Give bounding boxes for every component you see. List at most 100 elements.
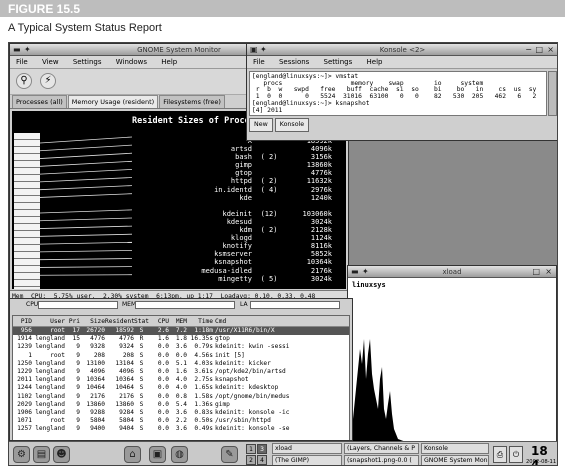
memory-process-row: knotify 8116k — [162, 242, 332, 250]
menu-file[interactable]: File — [16, 56, 28, 69]
memory-connector-line — [40, 217, 133, 222]
memory-connector-line — [40, 136, 133, 144]
konsole-menu-file[interactable]: File — [253, 56, 265, 69]
table-row[interactable]: 1914 lengland 15 4776 4776 R 1.6 1.8 16.35s gtop — [13, 335, 349, 343]
col-resident[interactable]: Resident — [105, 316, 134, 326]
memory-process-name: artsd — [230, 145, 252, 154]
table-row[interactable]: 1244 lengland 9 10464 10464 S 0.0 4.0 1.65s kdein… — [13, 384, 349, 392]
table-row[interactable]: 1 root 9 208 208 S 0.0 0.0 4.56s init [5] — [13, 352, 349, 360]
desktop: ▬ ✦ GNOME System Monitor File View Setti… — [8, 42, 558, 466]
terminal-scrollbar[interactable] — [548, 71, 557, 116]
cell-pid: 1250 — [17, 359, 32, 367]
col-pri[interactable]: Pri — [67, 316, 80, 326]
memory-process-size: 2176k — [310, 266, 332, 275]
menu-windows[interactable]: Windows — [116, 56, 147, 69]
memory-connector-line — [40, 258, 133, 261]
table-row[interactable]: 2029 lengland 9 13860 13860 S 0.0 5.4 1.36s gimp — [13, 401, 349, 409]
menu-help[interactable]: Help — [161, 56, 177, 69]
table-row[interactable]: 1229 lengland 9 4096 4096 S 0.0 1.6 3.61s/opt/kd… — [13, 368, 349, 376]
workspace-1[interactable]: 1 — [246, 444, 256, 454]
table-row[interactable]: 1250 lengland 9 13100 13104 S 0.0 5.1 4.03s kdein… — [13, 360, 349, 368]
table-row[interactable]: 1906 lengland 9 9288 9284 S 0.0 3.6 0.83s kdeinit… — [13, 409, 349, 417]
tab-memory-usage[interactable]: Memory Usage (resident) — [67, 95, 159, 108]
task-layers[interactable]: (Layers, Channels & P — [344, 443, 419, 454]
close-icon[interactable]: × — [547, 45, 554, 54]
load-graph-area — [350, 339, 554, 444]
col-user[interactable]: User — [32, 316, 67, 326]
kill-process-icon[interactable]: ⚡ — [40, 73, 56, 89]
memory-process-name: ksmserver — [214, 250, 252, 259]
process-table-header: PID User Pri Size Resident Stat CPU MEM … — [13, 316, 349, 327]
konsole-titlebar[interactable]: ▣ ✦ Konsole <2> − □ × — [247, 44, 557, 56]
task-gimp[interactable]: (The GIMP) — [272, 455, 342, 465]
col-pid[interactable]: PID — [13, 316, 32, 326]
cell-cpu: 0.0 — [157, 376, 169, 384]
logout-icon[interactable]: ⏻ — [509, 446, 523, 463]
maximize-icon[interactable]: □ — [535, 45, 543, 54]
task-snapshot[interactable]: (snapshot1.png-0.0 ( — [344, 455, 419, 465]
xload-titlebar[interactable]: ▬ ✦ xload □ × — [348, 266, 556, 278]
cell-resident: 4096 — [119, 367, 134, 375]
table-row[interactable]: 1239 lengland 9 9328 9324 S 0.0 3.6 0.79s kdeinit… — [13, 343, 349, 351]
gear-icon[interactable]: ⚙ — [13, 446, 30, 463]
cell-size: 9400 — [90, 425, 105, 433]
menu-settings[interactable]: Settings — [73, 56, 102, 69]
browser-icon[interactable]: ◍ — [171, 446, 188, 463]
gtop-window: CPU MEM LA PID User Pri Size Resident St… — [9, 298, 353, 441]
pencil-icon[interactable]: ✎ — [221, 446, 238, 463]
table-row[interactable]: 956 root 17 26720 18592 S 2.6 7.2 1:18m/usr/X11R… — [13, 327, 349, 336]
cell-time: 2.75s — [194, 376, 213, 384]
terminal-output[interactable]: [england@linuxsys:~]> vmstat procs memor… — [249, 71, 547, 116]
tab-filesystems[interactable]: Filesystems (free) — [159, 95, 225, 108]
task-konsole[interactable]: Konsole — [421, 443, 489, 454]
konsole-menu-settings[interactable]: Settings — [324, 56, 353, 69]
cell-size: 9328 — [90, 343, 105, 351]
konsole-menu-sessions[interactable]: Sessions — [279, 56, 309, 69]
table-row[interactable]: 1257 lengland 9 9400 9404 S 0.0 3.6 0.49s kdeinit… — [13, 425, 349, 433]
cell-pri: 9 — [76, 359, 80, 367]
cell-time: 0.79s — [194, 343, 213, 351]
maximize-icon[interactable]: □ — [532, 267, 540, 276]
memory-connector-line — [40, 169, 133, 175]
cell-stat: S — [139, 384, 144, 392]
minimize-icon[interactable]: − — [525, 45, 532, 54]
xload-window: ▬ ✦ xload □ × linuxsys — [347, 265, 557, 445]
cell-resident: 208 — [122, 351, 134, 359]
home-icon[interactable]: ⌂ — [124, 446, 141, 463]
mem-meter — [135, 301, 235, 309]
cell-size: 5804 — [90, 417, 105, 425]
cell-user: lengland — [35, 425, 65, 433]
cell-stat: S — [139, 367, 144, 375]
new-session-button[interactable]: New — [249, 118, 273, 132]
menu-view[interactable]: View — [42, 56, 59, 69]
close-icon[interactable]: × — [545, 267, 552, 276]
konsole-menu-help[interactable]: Help — [367, 56, 383, 69]
terminal-icon[interactable]: ▤ — [33, 446, 50, 463]
task-xload[interactable]: xload — [272, 443, 342, 454]
session-tab-konsole[interactable]: Konsole — [274, 118, 310, 132]
cell-pid: 1102 — [17, 392, 32, 400]
col-time[interactable]: Time — [187, 316, 215, 326]
cell-cmd: kdeinit: kwin -sessi — [215, 343, 290, 351]
task-gnome-system-monitor[interactable]: GNOME System Mon — [421, 455, 489, 465]
workspace-2[interactable]: 2 — [246, 455, 256, 465]
memory-process-count: ( 2) — [260, 226, 278, 235]
memory-process-row — [162, 202, 332, 210]
workspace-4[interactable]: 4 — [257, 455, 267, 465]
table-row[interactable]: 1071 root 9 5804 5804 S 0.0 2.2 0.50s/usr/sbin/h… — [13, 417, 349, 425]
monitor-icon[interactable]: ▣ — [149, 446, 166, 463]
cell-cpu: 0.0 — [157, 400, 169, 408]
lock-icon[interactable]: ⎙ — [493, 446, 507, 463]
table-row[interactable]: 1102 lengland 9 2176 2176 S 0.0 0.8 1.58s/opt/gn… — [13, 393, 349, 401]
tab-processes[interactable]: Processes (all) — [12, 95, 67, 108]
search-icon[interactable]: ⚲ — [16, 73, 32, 89]
people-icon[interactable]: ☻ — [53, 446, 70, 463]
col-mem[interactable]: MEM — [169, 316, 187, 326]
col-stat[interactable]: Stat — [134, 316, 149, 326]
table-row[interactable]: 2011 lengland 9 10364 10364 S 0.0 4.0 2.75s ksnap… — [13, 376, 349, 384]
memory-process-list: X 18592k artsd 4096k bash( 2) 3156k gimp 13860k… — [162, 137, 332, 283]
workspace-3[interactable]: 3 — [257, 444, 267, 454]
col-cpu[interactable]: CPU — [149, 316, 169, 326]
col-size[interactable]: Size — [80, 316, 105, 326]
col-cmd[interactable]: Cmd — [215, 316, 349, 326]
